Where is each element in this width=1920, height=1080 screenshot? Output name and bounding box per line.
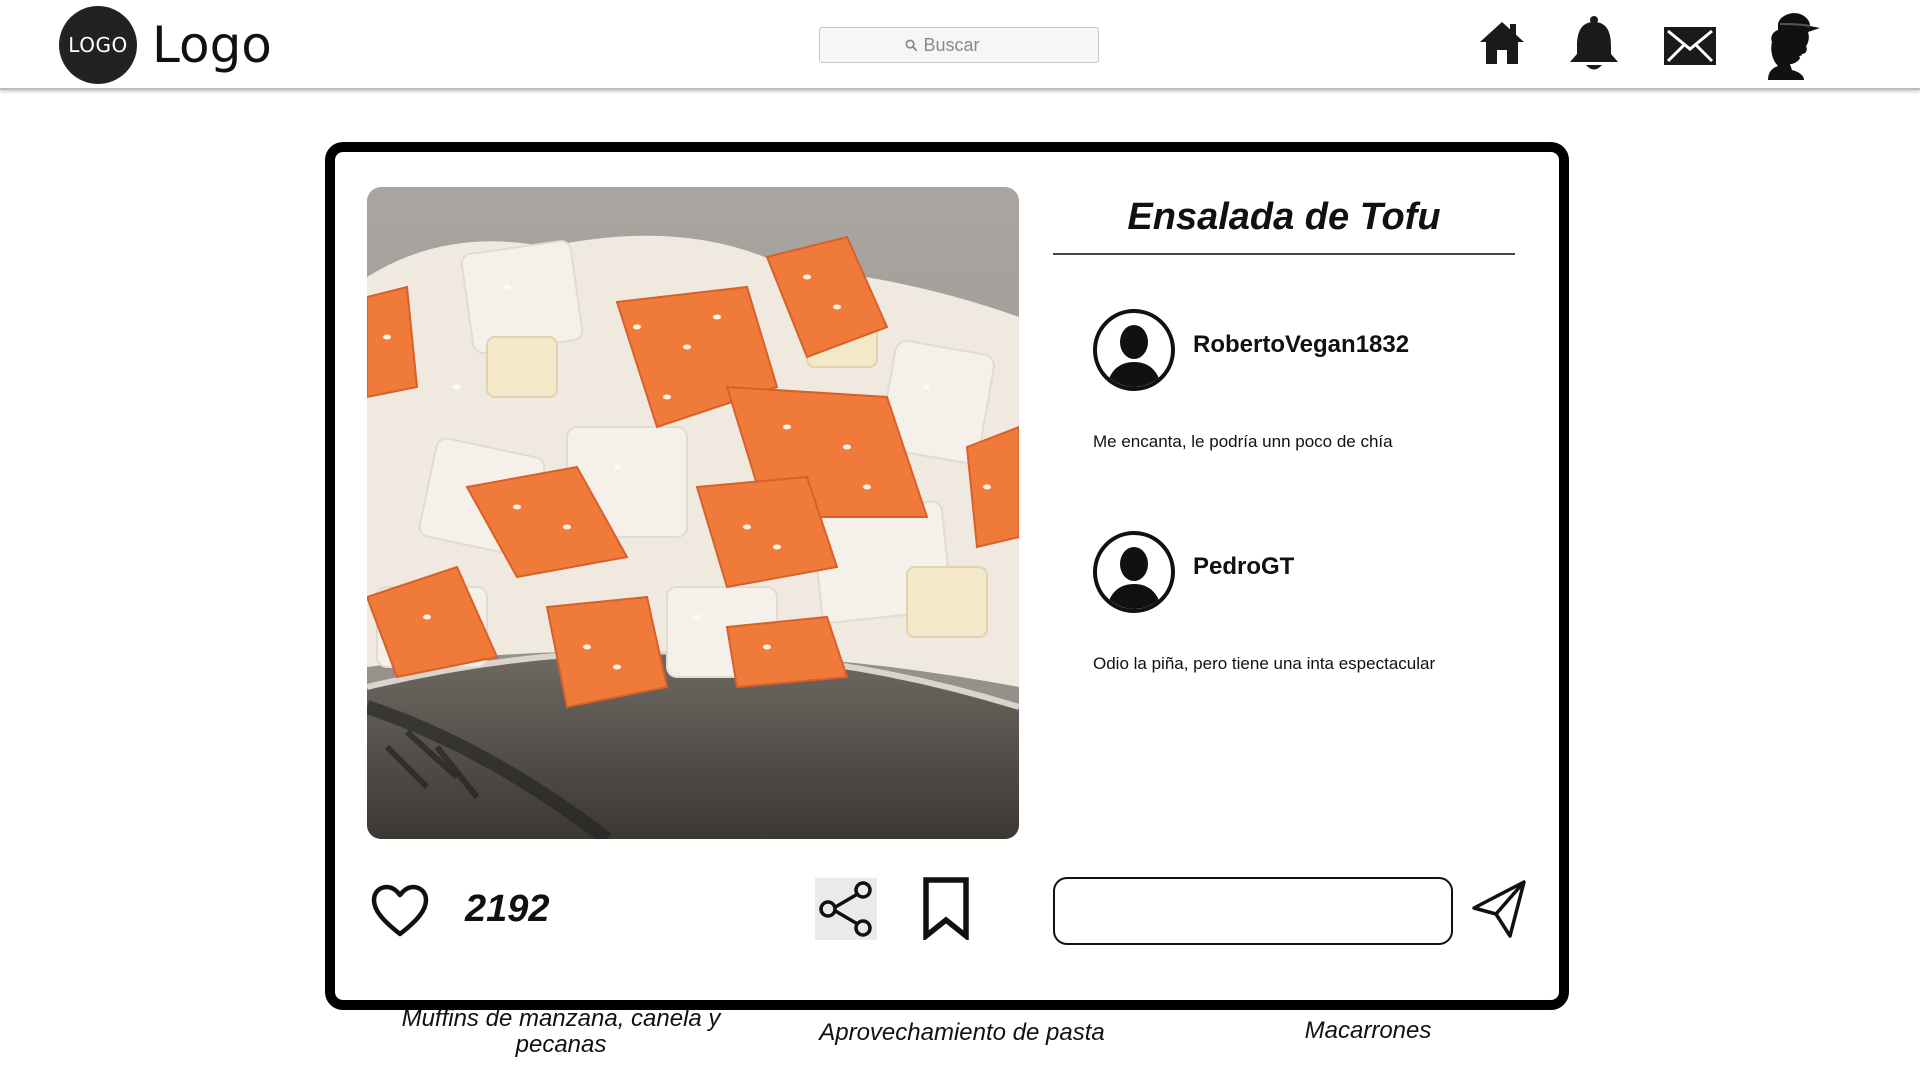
related-recipe-caption[interactable]: Muffins de manzana, canela y pecanas <box>396 1006 726 1058</box>
top-navigation-bar: LOGO Logo <box>0 0 1920 90</box>
recipe-title: Ensalada de Tofu <box>1127 196 1441 238</box>
comment-text: Me encanta, le podría unn poco de chía <box>1093 432 1393 451</box>
title-divider <box>1053 253 1515 255</box>
user-avatar-icon <box>1093 531 1175 613</box>
bookmark-icon[interactable] <box>921 876 971 945</box>
share-icon[interactable] <box>815 878 877 940</box>
post-photo[interactable] <box>367 187 1019 839</box>
profile-icon[interactable] <box>1760 10 1824 80</box>
comment-text: Odio la piña, pero tiene una inta espect… <box>1093 654 1436 673</box>
related-recipe-caption[interactable]: Aprovechamiento de pasta <box>780 1020 1144 1046</box>
comment-username[interactable]: RobertoVegan1832 <box>1193 331 1409 359</box>
user-avatar-icon <box>1093 309 1175 391</box>
mail-icon[interactable] <box>1662 25 1718 67</box>
avatar[interactable] <box>1092 308 1176 392</box>
logo-badge[interactable]: LOGO <box>59 6 137 84</box>
avatar[interactable] <box>1092 530 1176 614</box>
search-input[interactable] <box>923 34 1014 56</box>
search-icon <box>905 39 917 51</box>
logo-text[interactable]: Logo <box>152 16 272 74</box>
comment-input[interactable] <box>1053 877 1453 945</box>
logo-badge-text: LOGO <box>68 33 128 57</box>
related-recipe-caption[interactable]: Macarrones <box>1228 1018 1508 1044</box>
bell-icon[interactable] <box>1566 14 1622 74</box>
home-icon[interactable] <box>1477 18 1527 68</box>
like-count: 2192 <box>465 888 550 930</box>
send-icon[interactable] <box>1470 878 1528 945</box>
search-bar[interactable] <box>819 27 1099 63</box>
comment-username[interactable]: PedroGT <box>1193 553 1294 581</box>
tofu-salad-photo <box>367 187 1019 839</box>
heart-icon[interactable] <box>370 884 430 943</box>
